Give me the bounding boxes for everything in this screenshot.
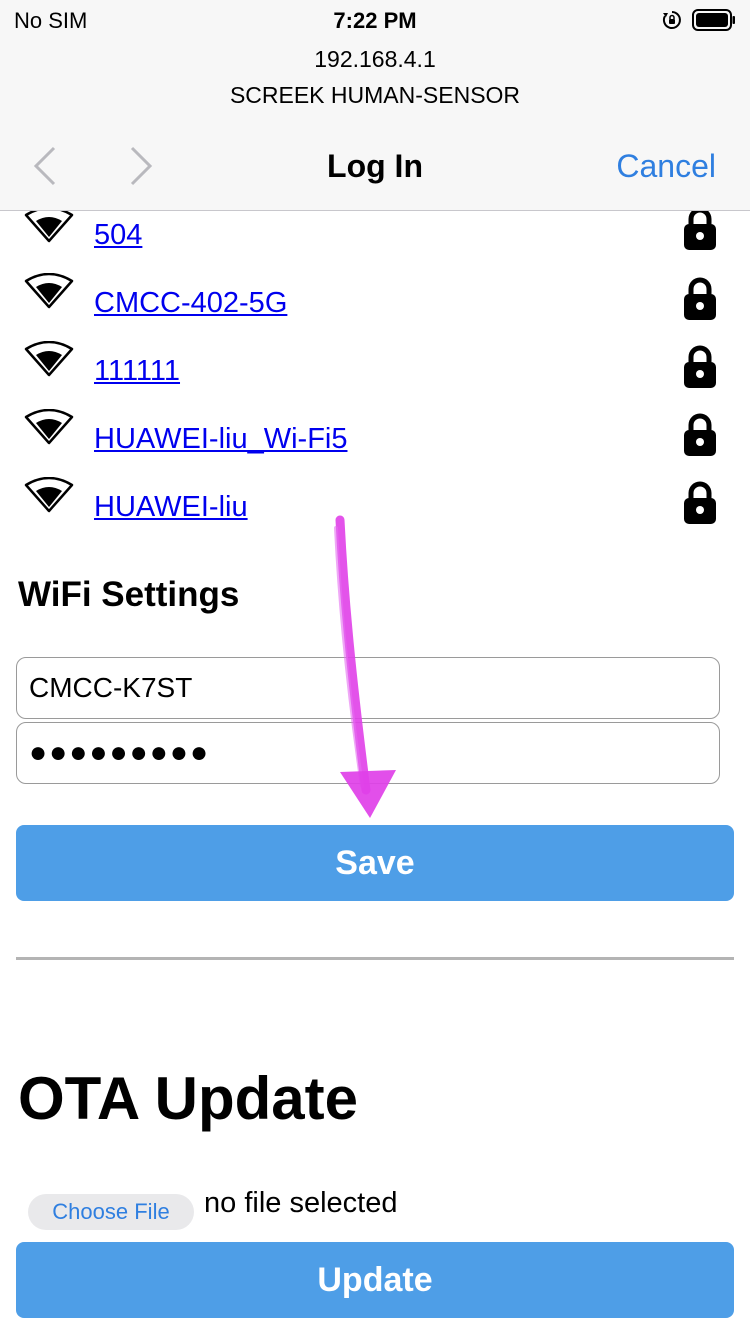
wifi-settings-heading: WiFi Settings bbox=[18, 575, 240, 614]
wifi-icon bbox=[24, 273, 74, 309]
cancel-button[interactable]: Cancel bbox=[616, 148, 716, 185]
lock-icon bbox=[684, 211, 716, 250]
status-icons bbox=[662, 9, 736, 31]
file-status-label: no file selected bbox=[204, 1187, 398, 1219]
network-link[interactable]: CMCC-402-5G bbox=[94, 287, 287, 320]
lock-icon bbox=[684, 481, 716, 524]
host-address: 192.168.4.1 bbox=[314, 46, 436, 72]
status-bar: No SIM 7:22 PM bbox=[0, 0, 750, 40]
wifi-icon bbox=[24, 477, 74, 513]
orientation-lock-icon bbox=[662, 11, 681, 29]
network-row[interactable]: HUAWEI-liu bbox=[0, 475, 750, 543]
choose-file-button[interactable]: Choose File bbox=[28, 1194, 194, 1230]
network-link[interactable]: 111111 bbox=[94, 355, 180, 388]
network-row[interactable]: 111111 bbox=[0, 339, 750, 407]
clock: 7:22 PM bbox=[333, 8, 417, 33]
update-button[interactable]: Update bbox=[16, 1242, 734, 1318]
save-button[interactable]: Save bbox=[16, 825, 734, 901]
password-input[interactable] bbox=[16, 722, 720, 784]
wifi-icon bbox=[24, 341, 74, 377]
divider bbox=[16, 957, 734, 960]
wifi-icon bbox=[24, 211, 74, 243]
wifi-icon bbox=[24, 409, 74, 445]
network-link[interactable]: 504 bbox=[94, 219, 142, 252]
lock-icon bbox=[684, 413, 716, 456]
network-name: SCREEK HUMAN-SENSOR bbox=[229, 82, 521, 108]
login-header: 192.168.4.1 SCREEK HUMAN-SENSOR Log In C… bbox=[0, 40, 750, 211]
lock-icon bbox=[684, 277, 716, 320]
ota-update-heading: OTA Update bbox=[18, 1065, 358, 1132]
network-link[interactable]: HUAWEI-liu_Wi-Fi5 bbox=[94, 423, 347, 456]
network-row[interactable]: CMCC-402-5G bbox=[0, 271, 750, 339]
lock-icon bbox=[684, 345, 716, 388]
network-row[interactable]: HUAWEI-liu_Wi-Fi5 bbox=[0, 407, 750, 475]
ssid-input[interactable] bbox=[16, 657, 720, 719]
battery-icon bbox=[692, 9, 735, 31]
network-row[interactable]: 504 bbox=[0, 211, 750, 275]
page-content[interactable]: 504 CMCC-402-5G 111111 HUAWEI-liu_Wi-Fi5… bbox=[0, 211, 750, 1334]
network-link[interactable]: HUAWEI-liu bbox=[94, 491, 248, 524]
